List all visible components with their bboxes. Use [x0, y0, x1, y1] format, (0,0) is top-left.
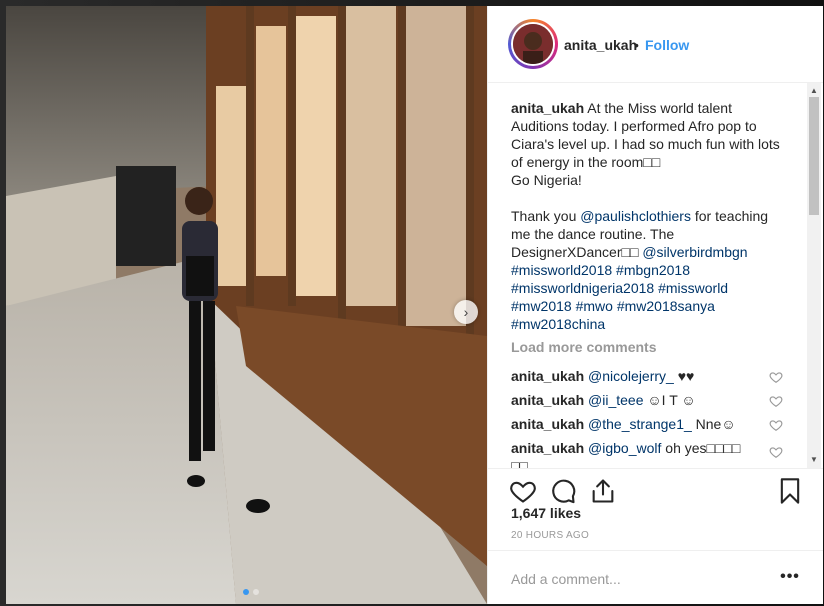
chevron-right-icon: › — [463, 304, 469, 320]
comment-item: □□ — [511, 458, 528, 468]
carousel-dot — [243, 589, 249, 595]
hashtag-link[interactable]: #mw2018 #mwo #mw2018sanya — [511, 298, 715, 314]
post-photo: › — [6, 6, 487, 604]
mention-link[interactable]: @igbo_wolf — [588, 440, 661, 456]
load-more-comments-button[interactable]: Load more comments — [511, 339, 656, 355]
post-timestamp[interactable]: 20 HOURS AGO — [511, 530, 589, 541]
post-image — [6, 6, 487, 604]
scroll-down-arrow-icon[interactable]: ▼ — [810, 455, 818, 464]
carousel-indicator — [243, 589, 259, 595]
bookmark-button[interactable] — [776, 477, 804, 505]
mention-link[interactable]: @paulishclothiers — [580, 208, 691, 224]
comments-area[interactable]: anita_ukah At the Miss world talent Audi… — [488, 83, 823, 468]
scroll-up-arrow-icon[interactable]: ▲ — [810, 86, 818, 95]
hashtag-link[interactable]: #mw2018china — [511, 316, 605, 332]
avatar[interactable] — [508, 19, 558, 69]
comment-username-link[interactable]: anita_ukah — [511, 368, 584, 384]
header-separator: • — [634, 37, 639, 53]
comment-icon — [552, 479, 576, 504]
hashtag-link[interactable]: #missworldnigeria2018 #missworld — [511, 280, 728, 296]
share-button[interactable] — [589, 477, 617, 505]
heart-icon — [510, 481, 536, 503]
comment-like-heart-icon[interactable] — [769, 370, 783, 384]
comment-item: anita_ukah @ii_teee ☺I T ☺ — [511, 392, 696, 408]
carousel-dot — [253, 589, 259, 595]
mention-link[interactable]: @the_strange1_ — [588, 416, 692, 432]
mention-link[interactable]: @nicolejerry_ — [588, 368, 674, 384]
comment-like-heart-icon[interactable] — [769, 445, 783, 459]
scroll-thumb[interactable] — [809, 97, 819, 215]
comment-username-link[interactable]: anita_ukah — [511, 440, 584, 456]
post-side-panel: anita_ukah • Follow anita_ukah At the Mi… — [487, 6, 823, 604]
post-caption: anita_ukah At the Miss world talent Audi… — [511, 100, 780, 332]
comment-item: anita_ukah @igbo_wolf oh yes□□□□ — [511, 440, 741, 456]
likes-count[interactable]: 1,647 likes — [511, 505, 581, 521]
like-button[interactable] — [509, 477, 537, 505]
share-icon — [592, 479, 614, 503]
caption-username-link[interactable]: anita_ukah — [511, 100, 584, 116]
comment-like-heart-icon[interactable] — [769, 394, 783, 408]
header-username-link[interactable]: anita_ukah — [564, 37, 637, 53]
mention-link[interactable]: @ii_teee — [588, 392, 643, 408]
hashtag-link[interactable]: #missworld2018 #mbgn2018 — [511, 262, 690, 278]
follow-button[interactable]: Follow — [645, 37, 689, 53]
comment-item: anita_ukah @the_strange1_ Nne☺ — [511, 416, 736, 432]
comment-button[interactable] — [549, 477, 577, 505]
comment-like-heart-icon[interactable] — [769, 418, 783, 432]
avatar-image — [513, 24, 553, 64]
comment-item: anita_ukah @nicolejerry_ ♥♥ — [511, 368, 695, 384]
bookmark-icon — [780, 478, 800, 504]
more-options-button[interactable]: ••• — [778, 567, 802, 587]
post-header: anita_ukah • Follow — [488, 6, 823, 83]
carousel-next-button[interactable]: › — [454, 300, 478, 324]
add-comment-bar: ••• — [488, 550, 823, 605]
comment-username-link[interactable]: anita_ukah — [511, 416, 584, 432]
comment-username-link[interactable]: anita_ukah — [511, 392, 584, 408]
comments-scrollbar[interactable]: ▲ ▼ — [807, 83, 821, 468]
add-comment-input[interactable] — [511, 569, 751, 589]
mention-link[interactable]: @silverbirdmbgn — [642, 244, 747, 260]
